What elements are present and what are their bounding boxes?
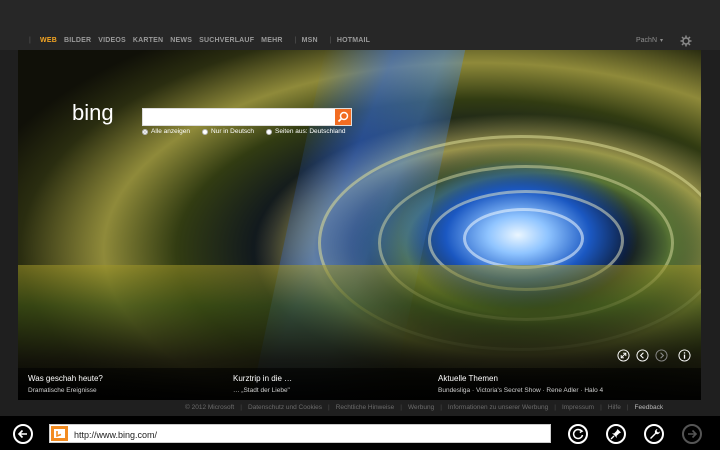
user-name: PachN: [636, 37, 658, 44]
footer-separator: |: [600, 404, 602, 411]
bing-logo-text: bing: [72, 100, 114, 125]
nav-separator: |: [29, 37, 32, 44]
top-navigation-bar: | WEB BILDER VIDEOS KARTEN NEWS SUCHVERL…: [0, 0, 720, 50]
search-input[interactable]: [143, 111, 336, 127]
nav-separator: |: [294, 37, 297, 44]
nav-item-hotmail[interactable]: HOTMAIL: [337, 37, 370, 44]
pin-icon: [610, 429, 621, 440]
forward-button[interactable]: [682, 424, 702, 444]
footer-link-feedback[interactable]: Feedback: [635, 404, 664, 411]
footer-separator: |: [400, 404, 402, 411]
hotspot-subtitle: … „Stadt der Liebe": [233, 387, 290, 394]
footer-separator: |: [626, 404, 629, 411]
hotspot-subtitle: Dramatische Ereignisse: [28, 387, 97, 394]
wrench-icon: [650, 429, 660, 439]
forward-arrow-icon: [688, 429, 698, 439]
radio-button-selected[interactable]: [142, 128, 148, 135]
user-menu[interactable]: PachN ▾: [636, 37, 663, 44]
back-button[interactable]: [13, 424, 33, 444]
footer-link-werbung-info[interactable]: Informationen zu unserer Werbung: [448, 404, 548, 411]
info-icon[interactable]: [678, 349, 691, 362]
search-button[interactable]: [335, 109, 351, 125]
refresh-icon: [572, 428, 584, 440]
radio-button[interactable]: [202, 128, 209, 135]
radio-label: Alle anzeigen: [151, 128, 191, 135]
settings-gear-icon[interactable]: [680, 35, 692, 47]
search-scope-options: Alle anzeigen Nur in Deutsch Seiten aus:…: [142, 128, 358, 135]
nav-item-mehr[interactable]: MEHR: [261, 37, 282, 44]
hotspot-title: Aktuelle Themen: [438, 374, 498, 383]
hotspot-title: Kurztrip in die …: [233, 374, 293, 383]
radio-nur-in-deutsch[interactable]: Nur in Deutsch: [202, 128, 254, 135]
footer-separator: |: [554, 404, 556, 411]
footer-separator: |: [240, 404, 242, 411]
nav-item-bilder[interactable]: BILDER: [64, 37, 91, 44]
pin-site-button[interactable]: [606, 424, 626, 444]
hotspot-title: Was geschah heute?: [28, 374, 103, 383]
footer-link-hilfe[interactable]: Hilfe: [608, 404, 621, 411]
nav-links: | WEB BILDER VIDEOS KARTEN NEWS SUCHVERL…: [24, 37, 377, 44]
radio-label: Nur in Deutsch: [211, 128, 255, 135]
footer-link-werbung[interactable]: Werbung: [408, 404, 434, 411]
search-box: [142, 108, 352, 127]
footer-link-datenschutz[interactable]: Datenschutz und Cookies: [248, 404, 322, 411]
footer-link-impressum[interactable]: Impressum: [562, 404, 594, 411]
bing-favicon-icon: [54, 429, 65, 438]
hotspot-strip: Was geschah heute? Dramatische Ereigniss…: [18, 368, 701, 400]
bing-logo: bing: [72, 100, 114, 125]
page-tools-button[interactable]: [644, 424, 664, 444]
radio-label: Seiten aus: Deutschland: [275, 128, 346, 135]
tunnel-ring: [463, 208, 584, 269]
radio-seiten-aus-deutschland[interactable]: Seiten aus: Deutschland: [266, 128, 346, 135]
background-image-tunnel: bing Alle anzeigen Nur in Deutsch Seiten…: [18, 50, 701, 400]
nav-item-web[interactable]: WEB: [40, 37, 57, 44]
previous-image-icon[interactable]: [636, 349, 649, 362]
radio-button[interactable]: [266, 128, 273, 135]
footer-links: © 2012 Microsoft | Datenschutz und Cooki…: [185, 404, 663, 411]
hotspot-subtitle: Bundesliga · Victoria's Secret Show · Re…: [438, 387, 604, 394]
next-image-icon[interactable]: [655, 349, 668, 362]
address-bar: [49, 424, 551, 443]
nav-item-news[interactable]: NEWS: [170, 37, 192, 44]
hotspot-item[interactable]: Was geschah heute? Dramatische Ereigniss…: [28, 374, 103, 394]
footer-separator: |: [328, 404, 330, 411]
hotspot-item[interactable]: Kurztrip in die … … „Stadt der Liebe": [233, 374, 292, 394]
nav-item-karten[interactable]: KARTEN: [133, 37, 163, 44]
site-favicon: [51, 426, 68, 441]
chevron-down-icon: ▾: [660, 38, 664, 44]
footer-copyright: © 2012 Microsoft: [185, 404, 235, 411]
back-arrow-icon: [17, 429, 27, 439]
footer-link-rechtliche-hinweise[interactable]: Rechtliche Hinweise: [336, 404, 395, 411]
search-icon: [337, 111, 349, 123]
nav-item-suchverlauf[interactable]: SUCHVERLAUF: [199, 37, 254, 44]
refresh-button[interactable]: [568, 424, 588, 444]
nav-separator: |: [329, 37, 332, 44]
radio-alle-anzeigen[interactable]: Alle anzeigen: [142, 128, 190, 135]
nav-item-videos[interactable]: VIDEOS: [98, 37, 126, 44]
nav-item-msn[interactable]: MSN: [302, 37, 318, 44]
footer-separator: |: [440, 404, 442, 411]
fullscreen-icon[interactable]: [617, 349, 630, 362]
url-input[interactable]: [72, 426, 546, 443]
hotspot-item[interactable]: Aktuelle Themen Bundesliga · Victoria's …: [438, 374, 603, 394]
